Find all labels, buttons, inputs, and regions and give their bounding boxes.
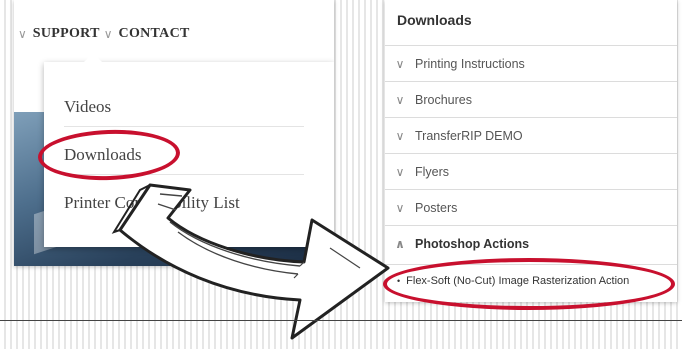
bottom-divider xyxy=(0,320,682,321)
curved-arrow-icon xyxy=(111,183,390,340)
